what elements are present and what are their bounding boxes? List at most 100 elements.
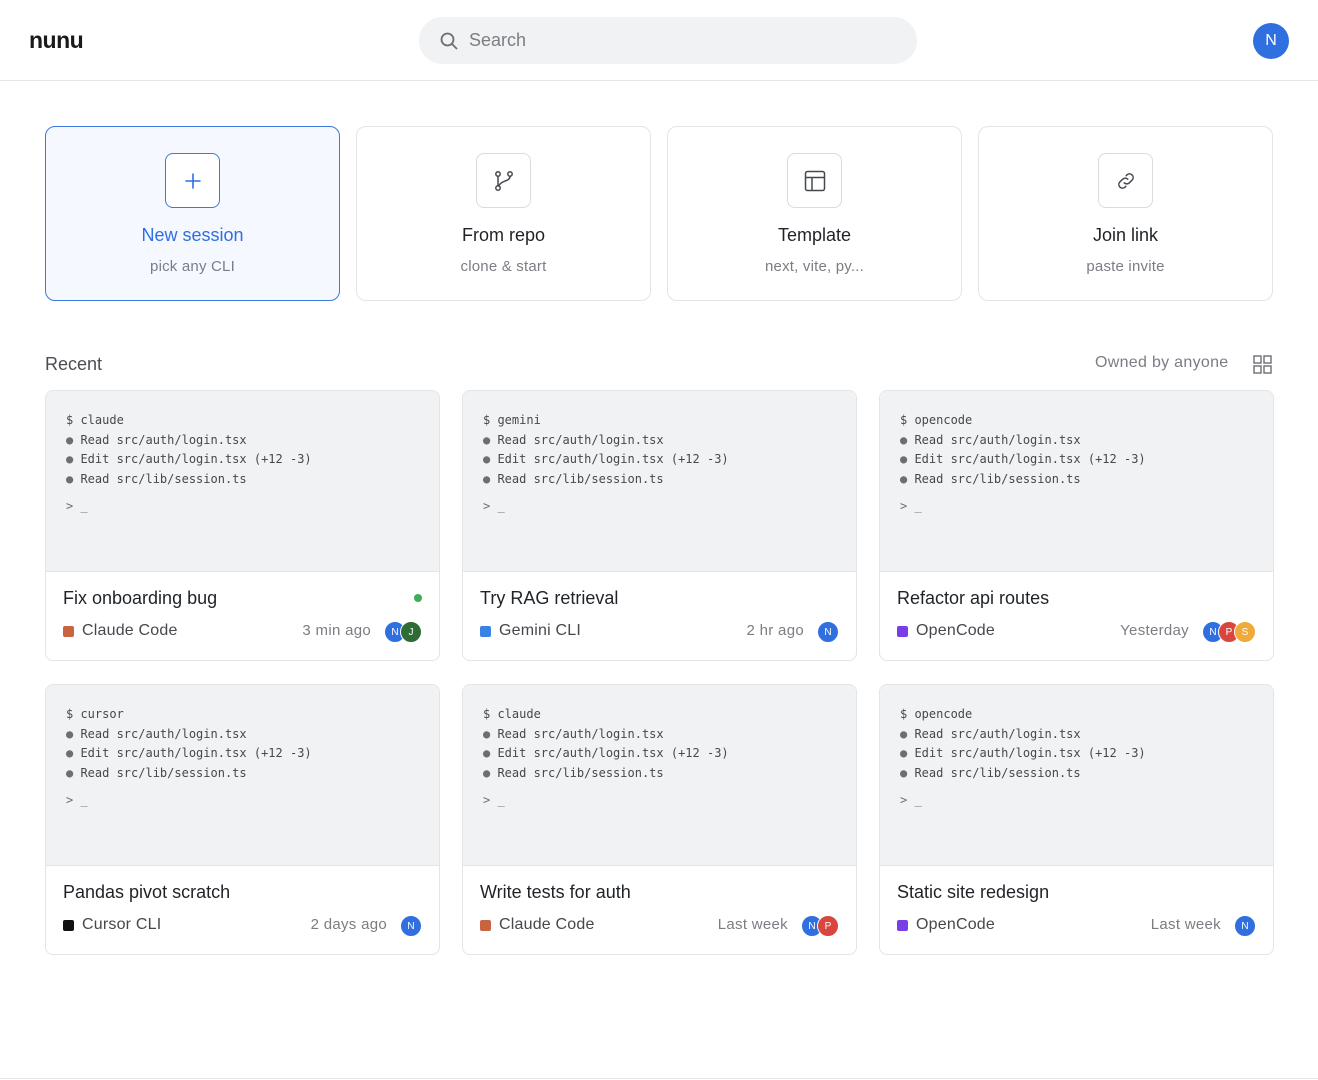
avatar[interactable]: N	[1234, 915, 1256, 937]
terminal-log-text: Read src/lib/session.ts	[914, 765, 1081, 780]
terminal-command: $ opencode	[900, 413, 973, 427]
bullet-icon: ●	[900, 452, 915, 466]
tool-color-icon	[897, 626, 908, 637]
top-bar: nunu N	[0, 0, 1318, 81]
tool-name: Claude Code	[82, 622, 178, 639]
collaborator-avatars: JN	[384, 621, 422, 643]
bullet-icon: ●	[900, 746, 915, 760]
avatar[interactable]: J	[400, 621, 422, 643]
terminal-command: $ claude	[66, 413, 124, 427]
bullet-icon: ●	[900, 726, 915, 741]
last-active-time: 3 min ago	[302, 622, 371, 639]
terminal-prompt: > _	[483, 793, 505, 807]
terminal-prompt: > _	[483, 499, 505, 513]
terminal-log-text: Read src/lib/session.ts	[497, 765, 664, 780]
bullet-icon: ●	[900, 432, 915, 447]
terminal-log-text: Edit src/auth/login.tsx (+12 -3)	[80, 746, 312, 760]
terminal-log-line: ● Read src/lib/session.ts	[900, 470, 1273, 490]
bullet-icon: ●	[66, 726, 81, 741]
layout-template-icon	[787, 153, 842, 208]
owner-filter-dropdown[interactable]: Owned by anyone	[1095, 354, 1228, 372]
avatar[interactable]: N	[817, 621, 839, 643]
action-subtitle: next, vite, py...	[765, 258, 864, 275]
terminal-log-text: Read src/auth/login.tsx	[914, 726, 1081, 741]
collaborator-avatars: SPN	[1202, 621, 1256, 643]
bullet-icon: ●	[66, 452, 81, 466]
terminal-command: $ claude	[483, 707, 541, 721]
session-card[interactable]: $ opencode ● Read src/auth/login.tsx ● Edi…	[879, 390, 1274, 661]
bullet-icon: ●	[483, 432, 498, 447]
terminal-command: $ cursor	[66, 707, 124, 721]
terminal-log-text: Read src/lib/session.ts	[80, 765, 247, 780]
terminal-log-text: Edit src/auth/login.tsx (+12 -3)	[80, 452, 312, 466]
collaborator-avatars: PN	[801, 915, 839, 937]
action-subtitle: pick any CLI	[150, 258, 235, 275]
terminal-log-line: ● Edit src/auth/login.tsx (+12 -3)	[483, 450, 856, 470]
action-subtitle: clone & start	[460, 258, 547, 275]
terminal-log-line: ● Read src/auth/login.tsx	[66, 431, 439, 451]
terminal-log-text: Read src/lib/session.ts	[914, 471, 1081, 486]
plus-icon	[165, 153, 220, 208]
tool-color-icon	[63, 626, 74, 637]
terminal-prompt: > _	[66, 793, 88, 807]
terminal-log-line: ● Read src/auth/login.tsx	[900, 431, 1273, 451]
terminal-log-line: ● Read src/auth/login.tsx	[483, 725, 856, 745]
search-bar[interactable]	[419, 17, 917, 64]
session-title: Fix onboarding bug	[63, 588, 218, 608]
search-input[interactable]	[469, 30, 869, 51]
terminal-log-line: ● Edit src/auth/login.tsx (+12 -3)	[900, 744, 1273, 764]
from-repo-card[interactable]: From repo clone & start	[356, 126, 651, 301]
avatar[interactable]: S	[1234, 621, 1256, 643]
terminal-command: $ opencode	[900, 707, 973, 721]
avatar[interactable]: N	[400, 915, 422, 937]
session-card[interactable]: $ cursor ● Read src/auth/login.tsx ● Edit …	[45, 684, 440, 955]
action-title: From repo	[461, 225, 546, 245]
search-icon	[439, 31, 459, 51]
last-active-time: Yesterday	[1120, 622, 1189, 639]
terminal-log-text: Read src/auth/login.tsx	[914, 432, 1081, 447]
terminal-log-text: Read src/lib/session.ts	[497, 471, 664, 486]
terminal-log-line: ● Read src/auth/login.tsx	[66, 725, 439, 745]
terminal-log-text: Read src/lib/session.ts	[80, 471, 247, 486]
terminal-log-line: ● Edit src/auth/login.tsx (+12 -3)	[483, 744, 856, 764]
session-card[interactable]: $ claude ● Read src/auth/login.tsx ● Edit …	[45, 390, 440, 661]
new-session-card[interactable]: New session pick any CLI	[45, 126, 340, 301]
session-card[interactable]: $ opencode ● Read src/auth/login.tsx ● Edi…	[879, 684, 1274, 955]
session-card[interactable]: $ gemini ● Read src/auth/login.tsx ● Edit …	[462, 390, 857, 661]
terminal-preview: $ claude ● Read src/auth/login.tsx ● Edit …	[463, 685, 856, 866]
terminal-preview: $ opencode ● Read src/auth/login.tsx ● Edi…	[880, 391, 1273, 572]
session-card[interactable]: $ claude ● Read src/auth/login.tsx ● Edit …	[462, 684, 857, 955]
tool-name: Gemini CLI	[499, 622, 582, 639]
terminal-log-text: Edit src/auth/login.tsx (+12 -3)	[914, 452, 1146, 466]
action-title: Join link	[1092, 225, 1159, 245]
join-link-card[interactable]: Join link paste invite	[978, 126, 1273, 301]
terminal-log-line: ● Read src/lib/session.ts	[66, 470, 439, 490]
last-active-time: Last week	[1150, 916, 1221, 933]
action-subtitle: paste invite	[1086, 258, 1165, 275]
terminal-log-line: ● Read src/lib/session.ts	[483, 470, 856, 490]
tool-name: OpenCode	[916, 622, 995, 639]
terminal-prompt: > _	[66, 499, 88, 513]
session-title: Refactor api routes	[897, 588, 1050, 608]
link-icon	[1098, 153, 1153, 208]
terminal-preview: $ gemini ● Read src/auth/login.tsx ● Edit …	[463, 391, 856, 572]
git-branch-icon	[476, 153, 531, 208]
terminal-prompt: > _	[900, 793, 922, 807]
grid-view-icon[interactable]	[1253, 355, 1272, 374]
terminal-command: $ gemini	[483, 413, 541, 427]
user-avatar[interactable]: N	[1253, 23, 1289, 59]
session-title: Static site redesign	[897, 882, 1050, 902]
divider	[0, 1078, 1318, 1079]
bullet-icon: ●	[483, 765, 498, 780]
terminal-log-line: ● Edit src/auth/login.tsx (+12 -3)	[66, 744, 439, 764]
template-card[interactable]: Template next, vite, py...	[667, 126, 962, 301]
action-title: New session	[141, 225, 244, 245]
tool-color-icon	[897, 920, 908, 931]
bullet-icon: ●	[900, 471, 915, 486]
bullet-icon: ●	[483, 726, 498, 741]
terminal-prompt: > _	[900, 499, 922, 513]
last-active-time: Last week	[717, 916, 788, 933]
last-active-time: 2 days ago	[310, 916, 387, 933]
avatar[interactable]: P	[817, 915, 839, 937]
app-logo[interactable]: nunu	[29, 27, 84, 54]
